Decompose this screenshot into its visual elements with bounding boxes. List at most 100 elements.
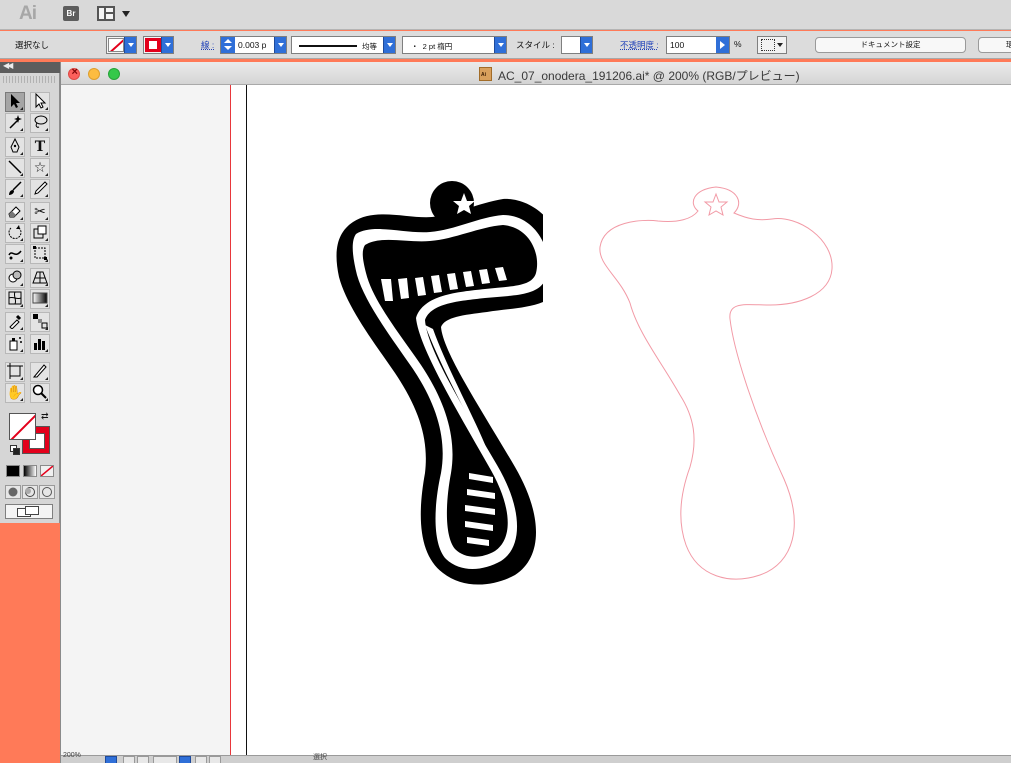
type-icon: T [34,139,46,155]
tool-slice[interactable] [30,362,50,382]
zoom-window-button[interactable] [108,68,120,80]
tool-artboard[interactable] [5,362,25,382]
brush-definition-label: ・ 2 pt 楕円 [411,42,453,51]
tool-eraser[interactable] [5,202,25,222]
chevron-down-icon[interactable] [494,37,506,53]
status-info-label: 選択 [313,754,327,761]
tool-column-graph[interactable] [30,334,50,354]
tool-paintbrush[interactable] [5,179,25,199]
swap-fill-stroke-icon[interactable]: ⇄ [41,411,51,421]
stroke-panel-link[interactable]: 線 : [201,39,214,51]
status-zoom-value[interactable]: 200% [63,752,81,759]
document-settings-button[interactable]: ドキュメント設定 [815,37,966,53]
arrange-documents-icon [97,6,115,21]
draw-inside-icon[interactable] [39,485,55,499]
stroke-weight-stepper[interactable]: 0.003 p [220,36,287,54]
pasteboard[interactable] [61,85,230,755]
none-mode-icon[interactable] [40,465,54,477]
recolor-icon [761,39,775,51]
graphic-style-picker[interactable] [561,36,593,54]
bleed-guide [230,85,231,755]
close-window-button[interactable] [68,66,80,80]
variable-width-profile-select[interactable]: 均等 [291,36,396,54]
opacity-panel-link[interactable]: 不透明度 : [620,39,659,51]
chevron-down-icon[interactable] [161,37,173,53]
ai-document-icon [479,67,492,81]
tool-star[interactable]: ☆ [30,158,50,178]
tool-type[interactable]: T [30,137,50,157]
artwork-number-7-filled[interactable] [333,177,543,597]
tool-gradient[interactable] [30,289,50,309]
screen-mode-button[interactable] [5,504,53,519]
tool-warp[interactable] [5,244,25,264]
stroke-profile-label: 均等 [362,42,377,51]
tool-blend[interactable] [30,312,50,332]
opacity-unit: % [734,39,742,49]
previous-artboard-button[interactable] [137,756,149,763]
stroke-profile-preview [299,45,357,47]
draw-normal-icon[interactable] [5,485,21,499]
illustrator-logo: Ai [19,3,37,24]
opacity-input[interactable]: 100 [666,36,730,54]
status-bar: 200% 選択 [61,752,1011,763]
last-artboard-button[interactable] [209,756,221,763]
tool-free-transform[interactable] [30,244,50,264]
tool-scale[interactable] [30,223,50,243]
brush-definition-select[interactable]: ・ 2 pt 楕円 [402,36,507,54]
artboard-dropdown[interactable] [179,756,191,763]
tool-mesh[interactable] [5,289,25,309]
document-title: AC_07_onodera_191206.ai* @ 200% (RGB/プレビ… [498,69,800,83]
artboard-number-field[interactable] [153,756,177,763]
tool-magic-wand[interactable] [5,113,25,133]
tool-pen[interactable] [5,137,25,157]
zoom-dropdown[interactable] [105,756,117,763]
default-fill-stroke-icon[interactable] [10,445,20,455]
outline-path [599,186,833,580]
recolor-artwork-button[interactable] [757,36,787,54]
tool-lasso[interactable] [30,113,50,133]
tool-zoom[interactable] [30,383,50,403]
chevron-down-icon [122,11,130,17]
fill-none-swatch[interactable] [9,413,36,440]
tool-scissors[interactable]: ✂ [30,202,50,222]
opacity-value[interactable]: 100 [670,40,684,50]
tool-pencil[interactable] [30,179,50,199]
chevron-down-icon[interactable] [124,37,136,53]
fill-color-picker[interactable] [106,36,137,54]
next-artboard-button[interactable] [195,756,207,763]
draw-behind-icon[interactable] [22,485,38,499]
preferences-button[interactable]: 環 [978,37,1011,53]
chevron-down-icon[interactable] [383,37,395,53]
collapse-panel-icon[interactable]: ◀◀ [3,61,13,70]
chevron-down-icon[interactable] [274,37,286,53]
first-artboard-button[interactable] [123,756,135,763]
graphic-style-label: スタイル : [516,40,555,50]
minimize-window-button[interactable] [88,68,100,80]
tool-eyedropper[interactable] [5,312,25,332]
panel-grip[interactable] [3,76,55,83]
arrange-documents-button[interactable] [97,6,131,22]
bridge-button[interactable]: Br [63,6,79,21]
tool-symbol-sprayer[interactable] [5,334,25,354]
document-title-bar[interactable]: AC_07_onodera_191206.ai* @ 200% (RGB/プレビ… [61,62,1011,85]
chevron-down-icon[interactable] [580,37,592,53]
control-bar: 選択なし 線 : 0.003 p 均等 ・ 2 pt 楕円 スタイル : 不透明… [0,31,1011,59]
gradient-mode-icon[interactable] [23,465,37,477]
stepper-arrows-icon[interactable] [221,37,235,53]
fill-stroke-widget: ⇄ [8,411,52,455]
fill-none-swatch-icon [108,38,124,52]
color-mode-icon[interactable] [6,465,20,477]
screen-mode-icon-front [25,506,39,515]
stroke-color-picker[interactable] [143,36,174,54]
tool-perspective-grid[interactable] [30,268,50,288]
tool-direct-selection[interactable] [30,92,50,112]
tool-hand[interactable]: ✋ [5,383,25,403]
tool-shape-builder[interactable] [5,268,25,288]
stroke-weight-value[interactable]: 0.003 p [238,40,266,50]
tools-panel-header[interactable]: ◀◀ [0,61,60,73]
tool-selection[interactable] [5,92,25,112]
chevron-right-icon[interactable] [716,37,729,53]
tool-rotate[interactable] [5,223,25,243]
artwork-number-7-outline[interactable] [598,177,838,587]
tool-line[interactable] [5,158,25,178]
